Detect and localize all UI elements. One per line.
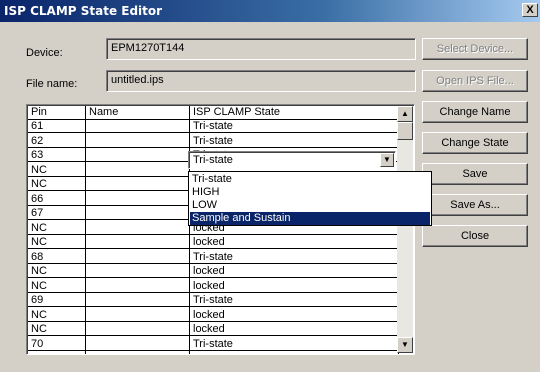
table-row[interactable]: 68 Tri-state xyxy=(28,251,399,264)
cell-state: locked xyxy=(190,280,399,293)
cell-name xyxy=(86,309,190,322)
device-field: EPM1270T144 xyxy=(106,38,416,60)
cell-name xyxy=(86,338,190,351)
cell-pin: NC xyxy=(28,280,86,293)
cell-name xyxy=(86,294,190,307)
open-ips-file-button[interactable]: Open IPS File... xyxy=(422,70,528,92)
cell-state: locked xyxy=(190,309,399,322)
save-button[interactable]: Save xyxy=(422,163,528,185)
column-header-state[interactable]: ISP CLAMP State xyxy=(190,106,399,120)
device-label: Device: xyxy=(26,47,63,59)
state-dropdown-list[interactable]: Tri-state HIGH LOW Sample and Sustain xyxy=(188,171,432,226)
column-header-pin[interactable]: Pin xyxy=(28,106,86,120)
cell-pin: 61 xyxy=(28,120,86,133)
file-name-field: untitled.ips xyxy=(106,70,416,92)
cell-name xyxy=(86,222,190,235)
cell-name xyxy=(86,251,190,264)
table-row[interactable]: NC locked xyxy=(28,236,399,249)
table-row[interactable]: 69 Tri-state xyxy=(28,294,399,307)
table-row[interactable]: NC locked xyxy=(28,280,399,293)
title-bar[interactable]: ISP CLAMP State Editor X xyxy=(0,0,540,22)
cell-state: locked xyxy=(190,323,399,336)
cell-state: Tri-state xyxy=(190,338,399,351)
column-header-name[interactable]: Name xyxy=(86,106,190,120)
cell-pin: NC xyxy=(28,222,86,235)
cell-pin: 70 xyxy=(28,338,86,351)
save-as-button[interactable]: Save As... xyxy=(422,194,528,216)
pin-state-table[interactable]: Pin Name ISP CLAMP State 61 Tri-state 62 Tr… xyxy=(26,104,415,355)
cell-pin: 63 xyxy=(28,149,86,162)
dropdown-option-sample-and-sustain[interactable]: Sample and Sustain xyxy=(190,212,430,225)
select-device-button[interactable]: Select Device... xyxy=(422,38,528,60)
cell-state: locked xyxy=(190,265,399,278)
cell-state: Tri-state xyxy=(190,135,399,148)
cell-pin: 69 xyxy=(28,294,86,307)
table-row[interactable]: NC locked xyxy=(28,265,399,278)
cell-pin: NC xyxy=(28,265,86,278)
cell-pin: NC xyxy=(28,236,86,249)
state-combobox[interactable]: Tri-state ▼ xyxy=(188,151,396,169)
cell-name xyxy=(86,280,190,293)
table-row[interactable]: 70 Tri-state xyxy=(28,338,399,351)
scroll-up-icon[interactable]: ▲ xyxy=(397,106,413,122)
cell-name xyxy=(86,323,190,336)
scroll-thumb[interactable] xyxy=(397,122,413,140)
state-combobox-value: Tri-state xyxy=(193,154,233,166)
table-row[interactable]: NC locked xyxy=(28,323,399,336)
cell-state: locked xyxy=(190,236,399,249)
cell-pin: 66 xyxy=(28,193,86,206)
cell-name xyxy=(86,265,190,278)
cell-name xyxy=(86,236,190,249)
cell-name xyxy=(86,207,190,220)
chevron-down-icon[interactable]: ▼ xyxy=(380,153,394,167)
cell-name xyxy=(86,149,190,162)
table-row[interactable]: NC locked xyxy=(28,309,399,322)
cell-state: Tri-state xyxy=(190,294,399,307)
cell-pin: NC xyxy=(28,178,86,191)
cell-pin: 62 xyxy=(28,135,86,148)
cell-name xyxy=(86,178,190,191)
cell-pin: NC xyxy=(28,309,86,322)
dropdown-option-tri-state[interactable]: Tri-state xyxy=(190,173,430,186)
close-button[interactable]: Close xyxy=(422,225,528,247)
cell-pin: 68 xyxy=(28,251,86,264)
cell-pin: NC xyxy=(28,323,86,336)
dropdown-option-low[interactable]: LOW xyxy=(190,199,430,212)
cell-state: Tri-state xyxy=(190,251,399,264)
cell-pin: 67 xyxy=(28,207,86,220)
dropdown-option-high[interactable]: HIGH xyxy=(190,186,430,199)
table-row[interactable]: 61 Tri-state xyxy=(28,120,399,133)
cell-name xyxy=(86,120,190,133)
window-title: ISP CLAMP State Editor xyxy=(4,4,163,18)
cell-name xyxy=(86,164,190,177)
cell-pin: NC xyxy=(28,164,86,177)
vertical-scrollbar[interactable]: ▲ ▼ xyxy=(397,106,413,353)
change-name-button[interactable]: Change Name xyxy=(422,101,528,123)
file-name-label: File name: xyxy=(26,78,78,90)
table-row[interactable]: 62 Tri-state xyxy=(28,135,399,148)
cell-name xyxy=(86,135,190,148)
cell-name xyxy=(86,193,190,206)
cell-state: Tri-state xyxy=(190,120,399,133)
change-state-button[interactable]: Change State xyxy=(422,132,528,154)
close-icon[interactable]: X xyxy=(522,3,538,17)
scroll-down-icon[interactable]: ▼ xyxy=(397,337,413,353)
